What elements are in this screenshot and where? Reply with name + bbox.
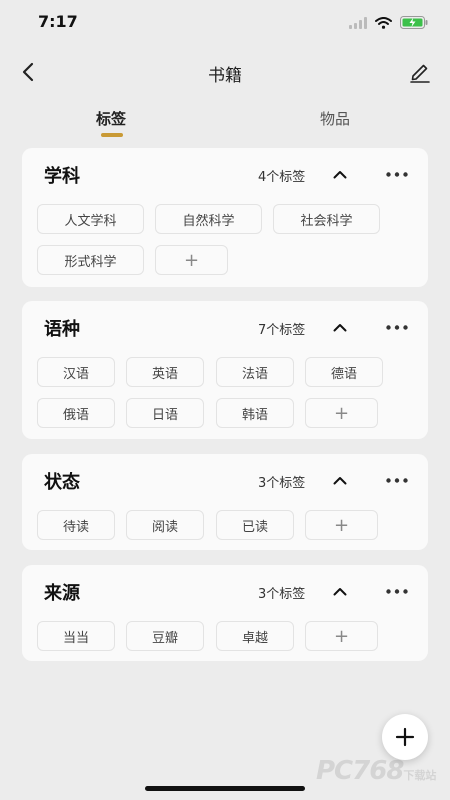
tab-tags[interactable]: 标签	[96, 108, 126, 129]
tag-chip[interactable]: 社会科学	[273, 204, 380, 234]
status-time: 7:17	[38, 12, 78, 31]
group-title: 来源	[44, 583, 80, 604]
tag-chip[interactable]: 阅读	[126, 510, 204, 540]
add-tag-button[interactable]: +	[155, 245, 228, 275]
more-dots-icon	[386, 477, 408, 483]
more-button[interactable]	[384, 579, 410, 603]
battery-charging-icon	[400, 14, 428, 33]
home-indicator	[145, 786, 305, 791]
group-tag-count: 3个标签	[258, 587, 306, 602]
group-tag-count: 7个标签	[258, 323, 306, 338]
chevron-up-icon	[333, 323, 347, 331]
group-title: 学科	[44, 166, 80, 187]
chevron-up-icon	[333, 170, 347, 178]
collapse-button[interactable]	[328, 579, 352, 603]
tag-chip[interactable]: 卓越	[216, 621, 294, 651]
page-title: 书籍	[208, 66, 242, 86]
chevron-up-icon	[333, 587, 347, 595]
tag-chip[interactable]: 英语	[126, 357, 204, 387]
more-button[interactable]	[384, 315, 410, 339]
more-dots-icon	[386, 171, 408, 177]
tag-group-card: 来源 3个标签 当当 豆瓣 卓越 +	[22, 565, 428, 661]
add-tag-button[interactable]: +	[305, 510, 378, 540]
tag-chip[interactable]: 自然科学	[155, 204, 262, 234]
status-icons	[349, 14, 428, 33]
chevron-up-icon	[333, 476, 347, 484]
tag-chip[interactable]: 形式科学	[37, 245, 144, 275]
tag-chip[interactable]: 当当	[37, 621, 115, 651]
group-title: 语种	[44, 319, 80, 340]
tag-group-card: 状态 3个标签 待读 阅读 已读 +	[22, 454, 428, 550]
status-bar: 7:17	[0, 0, 450, 44]
collapse-button[interactable]	[328, 315, 352, 339]
plus-icon	[395, 727, 415, 747]
tab-items[interactable]: 物品	[320, 108, 350, 129]
tag-chip[interactable]: 豆瓣	[126, 621, 204, 651]
signal-icon	[349, 14, 367, 33]
wifi-icon	[375, 14, 392, 33]
tab-bar: 标签 物品	[0, 100, 450, 140]
add-tag-button[interactable]: +	[305, 398, 378, 428]
tag-chip[interactable]: 德语	[305, 357, 383, 387]
group-tag-count: 4个标签	[258, 170, 306, 185]
tag-chip[interactable]: 人文学科	[37, 204, 144, 234]
more-button[interactable]	[384, 162, 410, 186]
more-dots-icon	[386, 588, 408, 594]
more-button[interactable]	[384, 468, 410, 492]
tag-chip[interactable]: 日语	[126, 398, 204, 428]
more-dots-icon	[386, 324, 408, 330]
edit-button[interactable]	[406, 58, 434, 86]
group-tag-count: 3个标签	[258, 476, 306, 491]
watermark-suffix: 下载站	[403, 769, 437, 782]
watermark: PC768下载站	[316, 756, 436, 786]
tag-group-card: 学科 4个标签 人文学科 自然科学 社会科学 形式科学 +	[22, 148, 428, 287]
tag-chip[interactable]: 待读	[37, 510, 115, 540]
tag-chip[interactable]: 俄语	[37, 398, 115, 428]
nav-bar: 书籍	[0, 52, 450, 92]
group-title: 状态	[44, 472, 80, 493]
add-tag-button[interactable]: +	[305, 621, 378, 651]
collapse-button[interactable]	[328, 468, 352, 492]
tag-chip[interactable]: 已读	[216, 510, 294, 540]
pencil-icon	[410, 64, 430, 83]
tag-chip[interactable]: 韩语	[216, 398, 294, 428]
active-tab-indicator	[101, 133, 123, 137]
collapse-button[interactable]	[328, 162, 352, 186]
add-group-fab[interactable]	[382, 714, 428, 760]
watermark-text: PC768	[316, 756, 404, 786]
tag-chip[interactable]: 法语	[216, 357, 294, 387]
tag-group-card: 语种 7个标签 汉语 英语 法语 德语 俄语 日语 韩语 +	[22, 301, 428, 439]
tag-chip[interactable]: 汉语	[37, 357, 115, 387]
